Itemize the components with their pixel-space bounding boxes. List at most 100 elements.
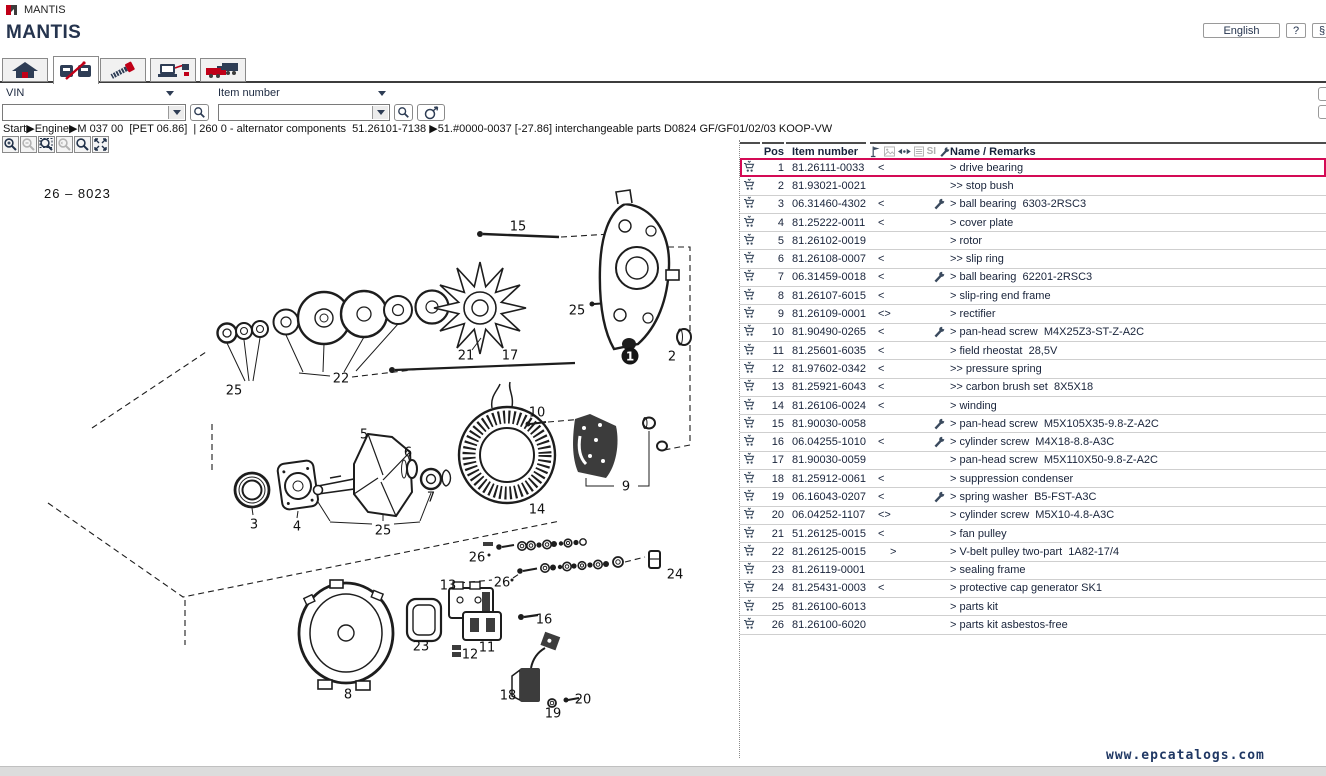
table-row[interactable]: 1781.90030-0059> pan-head screw M5X110X5… xyxy=(740,452,1326,470)
row-name: > protective cap generator SK1 xyxy=(950,582,1326,594)
tab-home[interactable] xyxy=(2,58,48,82)
row-pos: 2 xyxy=(762,180,784,192)
table-row[interactable]: 1181.25601-6035<> field rheostat 28,5V xyxy=(740,342,1326,360)
callout-number: 22 xyxy=(333,372,350,387)
row-pos: 26 xyxy=(762,619,784,631)
row-name: > field rheostat 28,5V xyxy=(950,345,1326,357)
add-to-cart-icon[interactable] xyxy=(740,471,760,487)
row-item-number: 81.26106-0024 xyxy=(786,400,866,412)
row-name: > pan-head screw M5X110X50-9.8-Z-A2C xyxy=(950,454,1326,466)
add-to-cart-icon[interactable] xyxy=(740,599,760,615)
add-to-cart-icon[interactable] xyxy=(740,233,760,249)
add-to-cart-icon[interactable] xyxy=(740,562,760,578)
add-to-cart-icon[interactable] xyxy=(740,288,760,304)
table-row[interactable]: 2581.26100-6013> parts kit xyxy=(740,598,1326,616)
add-to-cart-icon[interactable] xyxy=(740,489,760,505)
add-to-cart-icon[interactable] xyxy=(740,160,760,176)
table-row[interactable]: 481.25222-0011<> cover plate xyxy=(740,214,1326,232)
table-row[interactable]: 1081.90490-0265<> pan-head screw M4X25Z3… xyxy=(740,324,1326,342)
table-body: 181.26111-0033<> drive bearing281.93021-… xyxy=(740,159,1326,635)
table-row[interactable]: 1281.97602-0342<>> pressure spring xyxy=(740,360,1326,378)
add-to-cart-icon[interactable] xyxy=(740,416,760,432)
row-pos: 5 xyxy=(762,235,784,247)
callout-number: 25 xyxy=(375,524,392,539)
add-to-cart-icon[interactable] xyxy=(740,361,760,377)
add-to-cart-icon[interactable] xyxy=(740,580,760,596)
row-name: > rotor xyxy=(950,235,1326,247)
table-row[interactable]: 681.26108-0007<>> slip ring xyxy=(740,250,1326,268)
add-to-cart-icon[interactable] xyxy=(740,526,760,542)
add-to-cart-icon[interactable] xyxy=(740,398,760,414)
table-row[interactable]: 2006.04252-1107<>> cylinder screw M5X10-… xyxy=(740,507,1326,525)
exploded-parts-diagram[interactable]: 2522211517251234567251014926262413161112… xyxy=(0,0,738,776)
table-row[interactable]: 881.26107-6015<> slip-ring end frame xyxy=(740,287,1326,305)
table-row[interactable]: 2151.26125-0015<> fan pulley xyxy=(740,525,1326,543)
add-to-cart-icon[interactable] xyxy=(740,306,760,322)
row-item-number: 81.25222-0011 xyxy=(786,217,866,229)
help-button[interactable]: ? xyxy=(1286,23,1306,38)
add-to-cart-icon[interactable] xyxy=(740,452,760,468)
row-name: >> stop bush xyxy=(950,180,1326,192)
table-row[interactable]: 1381.25921-6043<>> carbon brush set 8X5X… xyxy=(740,379,1326,397)
row-item-number: 81.97602-0342 xyxy=(786,363,866,375)
callout-number: 4 xyxy=(293,520,301,535)
add-to-cart-icon[interactable] xyxy=(740,196,760,212)
table-row[interactable]: 706.31459-0018<> ball bearing 62201-2RSC… xyxy=(740,269,1326,287)
add-to-cart-icon[interactable] xyxy=(740,434,760,450)
row-pos: 8 xyxy=(762,290,784,302)
row-item-number: 06.16043-0207 xyxy=(786,491,866,503)
table-row[interactable]: 281.93021-0021>> stop bush xyxy=(740,177,1326,195)
header-pos: Pos xyxy=(762,142,784,159)
add-to-cart-icon[interactable] xyxy=(740,343,760,359)
add-to-cart-icon[interactable] xyxy=(740,617,760,633)
row-interchange-marker: < xyxy=(870,253,928,265)
tab-vehicle-search[interactable] xyxy=(53,56,99,84)
table-row[interactable]: 1906.16043-0207<> spring washer B5-FST-A… xyxy=(740,488,1326,506)
row-item-number: 81.26119-0001 xyxy=(786,564,866,576)
table-row[interactable]: 2481.25431-0003<> protective cap generat… xyxy=(740,580,1326,598)
clipped-button-top[interactable] xyxy=(1318,87,1326,101)
terms-button[interactable]: § xyxy=(1312,23,1326,38)
row-pos: 22 xyxy=(762,546,784,558)
si-label: SI xyxy=(927,146,936,157)
table-row[interactable]: 581.26102-0019> rotor xyxy=(740,232,1326,250)
table-row[interactable]: 2681.26100-6020> parts kit asbestos-free xyxy=(740,616,1326,634)
row-item-number: 06.04252-1107 xyxy=(786,509,866,521)
add-to-cart-icon[interactable] xyxy=(740,178,760,194)
row-pos: 19 xyxy=(762,491,784,503)
add-to-cart-icon[interactable] xyxy=(740,251,760,267)
row-item-number: 06.31459-0018 xyxy=(786,271,866,283)
table-row[interactable]: 1881.25912-0061<> suppression condenser xyxy=(740,470,1326,488)
add-to-cart-icon[interactable] xyxy=(740,269,760,285)
watermark-link[interactable]: www.epcatalogs.com xyxy=(1106,748,1265,763)
row-name: > pan-head screw M5X105X35-9.8-Z-A2C xyxy=(950,418,1326,430)
row-wrench-icon xyxy=(928,271,950,283)
table-row[interactable]: 1481.26106-0024<> winding xyxy=(740,397,1326,415)
callout-number: 13 xyxy=(440,579,457,594)
add-to-cart-icon[interactable] xyxy=(740,324,760,340)
row-interchange-marker: < xyxy=(870,271,928,283)
tab-service-info[interactable] xyxy=(150,58,196,82)
table-row[interactable]: 1606.04255-1010<> cylinder screw M4X18-8… xyxy=(740,433,1326,451)
add-to-cart-icon[interactable] xyxy=(740,507,760,523)
tab-fleet[interactable] xyxy=(200,58,246,82)
clipped-button-bottom[interactable] xyxy=(1318,105,1326,119)
table-row[interactable]: 1581.90030-0058> pan-head screw M5X105X3… xyxy=(740,415,1326,433)
row-interchange-marker: < xyxy=(870,290,928,302)
add-to-cart-icon[interactable] xyxy=(740,544,760,560)
table-row[interactable]: 2281.26125-0015>> V-belt pulley two-part… xyxy=(740,543,1326,561)
row-pos: 16 xyxy=(762,436,784,448)
tab-parts[interactable] xyxy=(100,58,146,82)
table-row[interactable]: 306.31460-4302<> ball bearing 6303-2RSC3 xyxy=(740,196,1326,214)
table-row[interactable]: 981.26109-0001<>> rectifier xyxy=(740,305,1326,323)
add-to-cart-icon[interactable] xyxy=(740,379,760,395)
add-to-cart-icon[interactable] xyxy=(740,215,760,231)
callout-number: 1 xyxy=(626,350,634,364)
row-item-number: 81.26108-0007 xyxy=(786,253,866,265)
row-pos: 12 xyxy=(762,363,784,375)
language-button[interactable]: English xyxy=(1203,23,1280,38)
row-pos: 10 xyxy=(762,326,784,338)
interchange-icon xyxy=(898,146,911,157)
table-row[interactable]: 2381.26119-0001> sealing frame xyxy=(740,562,1326,580)
table-row[interactable]: 181.26111-0033<> drive bearing xyxy=(740,159,1326,177)
